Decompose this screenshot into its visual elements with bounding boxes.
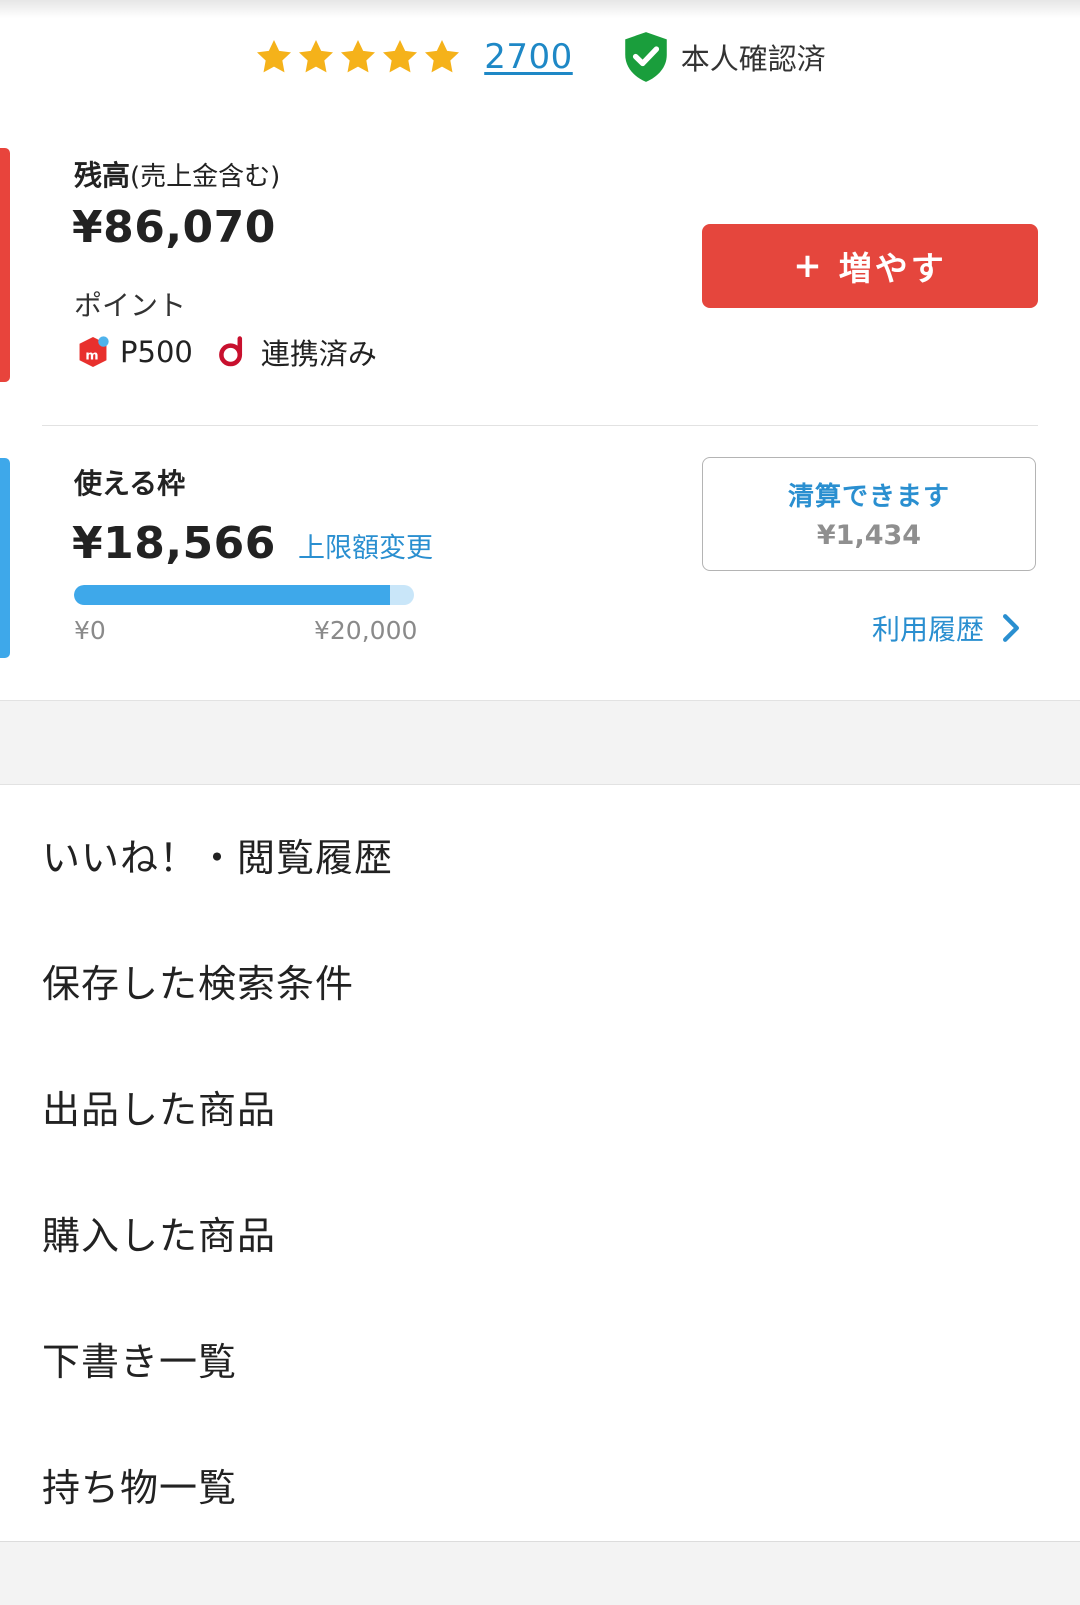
balance-amount: ¥86,070 [72, 202, 276, 253]
star-icon [257, 40, 292, 73]
merpoint-value: P500 [120, 335, 193, 369]
increase-balance-button[interactable]: + 増やす [702, 224, 1038, 308]
star-icon [383, 40, 418, 73]
menu-item-label: 保存した検索条件 [42, 962, 355, 1006]
menu-item-label: いいね！・閲覧履歴 [42, 836, 394, 880]
menu-item-label: 購入した商品 [42, 1214, 277, 1258]
wallet-card: 2700 本人確認済 残高(売上金含む) ¥86,070 ポイント m P500 [0, 0, 1080, 701]
plus-icon: + [793, 246, 825, 286]
credit-progress-fill [74, 585, 390, 605]
menu-item-listed-items[interactable]: 出品した商品 [0, 1037, 1080, 1163]
account-page: 2700 本人確認済 残高(売上金含む) ¥86,070 ポイント m P500 [0, 0, 1080, 1605]
limit-change-link[interactable]: 上限額変更 [298, 526, 433, 565]
menu-item-label: 下書き一覧 [42, 1340, 238, 1384]
balance-label-note: (売上金含む) [130, 162, 281, 192]
settle-amount: ¥1,434 [816, 520, 922, 551]
menu-item-drafts[interactable]: 下書き一覧 [0, 1289, 1080, 1415]
settle-button[interactable]: 清算できます ¥1,434 [702, 457, 1036, 571]
profile-rating-row: 2700 本人確認済 [0, 22, 1080, 92]
star-icon [299, 40, 334, 73]
menu-item-label: 持ち物一覧 [42, 1466, 238, 1510]
balance-label: 残高(売上金含む) [74, 154, 280, 194]
dpoint-status: 連携済み [260, 337, 377, 371]
verified-shield-icon [624, 32, 667, 82]
rating-count-link[interactable]: 2700 [484, 37, 573, 77]
verified-label: 本人確認済 [680, 42, 826, 76]
points-label: ポイント [74, 289, 187, 322]
dpoint-icon [218, 336, 242, 367]
chevron-right-icon [1003, 614, 1020, 642]
credit-amount: ¥18,566 [72, 518, 276, 569]
usage-history-link[interactable]: 利用履歴 [872, 606, 1022, 650]
credit-label: 使える枠 [74, 467, 186, 500]
progress-max-label: ¥20,000 [314, 616, 418, 645]
star-icon [341, 40, 376, 73]
points-row[interactable]: m P500 連携済み [74, 330, 377, 374]
menu-item-saved-searches[interactable]: 保存した検索条件 [0, 911, 1080, 1037]
balance-accent-bar [0, 148, 10, 382]
svg-text:m: m [85, 348, 98, 363]
balance-label-title: 残高 [74, 159, 131, 192]
progress-min-label: ¥0 [74, 616, 106, 645]
menu-item-likes-history[interactable]: いいね！・閲覧履歴 [0, 785, 1080, 911]
increase-button-label: 増やす [838, 249, 947, 288]
section-divider [42, 425, 1038, 426]
menu-item-belongings[interactable]: 持ち物一覧 [0, 1415, 1080, 1541]
star-icon [425, 40, 460, 73]
merpoint-icon: m [79, 336, 109, 368]
credit-accent-bar [0, 458, 10, 658]
rating-stars [254, 37, 462, 77]
menu-item-label: 出品した商品 [42, 1088, 277, 1132]
settle-title: 清算できます [787, 482, 950, 512]
top-shadow [0, 0, 1080, 18]
credit-progress-bar [74, 585, 414, 605]
account-menu-list: いいね！・閲覧履歴 保存した検索条件 出品した商品 購入した商品 下書き一覧 持… [0, 784, 1080, 1542]
usage-history-label: 利用履歴 [872, 613, 985, 646]
menu-item-purchased-items[interactable]: 購入した商品 [0, 1163, 1080, 1289]
